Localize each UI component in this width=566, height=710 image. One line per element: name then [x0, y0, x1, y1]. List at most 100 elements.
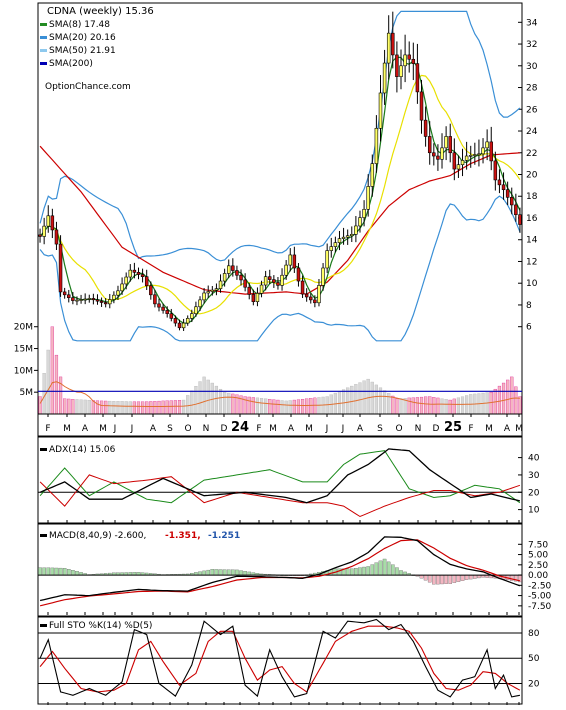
candle-body [140, 274, 145, 277]
candle-body [190, 313, 194, 319]
candle-body [350, 233, 354, 237]
macd-histogram-bar [206, 569, 211, 576]
x-axis-label: O [184, 424, 191, 434]
volume-bar [383, 390, 387, 415]
candle-body [329, 246, 334, 251]
candle-body [427, 136, 432, 154]
candle-body [38, 234, 42, 237]
volume-bar [444, 399, 448, 415]
candle-body [222, 273, 227, 282]
legend-swatch [40, 49, 47, 52]
candle-body [419, 91, 424, 121]
candle-body [304, 293, 309, 298]
volume-bar [366, 378, 370, 415]
price-tick-label: 10 [526, 279, 538, 289]
volume-bar [141, 401, 145, 415]
candle-body [46, 215, 50, 227]
macd-histogram-bar [214, 569, 219, 576]
x-axis-label: D [221, 424, 228, 434]
x-axis-label: A [288, 424, 295, 434]
candle-body [300, 280, 305, 295]
adx-tick-label: 10 [528, 506, 540, 516]
candle-body [345, 235, 350, 238]
volume-bar [296, 399, 301, 415]
candle-body [341, 236, 346, 239]
chart-title: CDNA (weekly) 15.36 [47, 6, 154, 17]
volume-bar [374, 384, 378, 415]
candle-body [518, 214, 522, 225]
candle-body [124, 276, 128, 285]
candle-body [75, 299, 79, 302]
macd-histogram-bar [38, 567, 42, 576]
volume-bar [292, 399, 296, 415]
candle-body [464, 155, 469, 161]
volume-bar [157, 400, 161, 415]
candle-body [382, 62, 387, 94]
x-axis-label: 25 [444, 420, 462, 435]
x-axis-label: A [357, 424, 364, 434]
candle-body [477, 153, 481, 156]
candle-body [132, 269, 137, 273]
volume-bar [300, 399, 305, 415]
candle-body [54, 229, 59, 245]
candle-body [243, 279, 247, 288]
candle-body [460, 160, 465, 166]
candle-body [108, 299, 112, 305]
x-axis-label: J [113, 424, 117, 434]
volume-bar [440, 398, 444, 415]
volume-bar [108, 400, 112, 415]
macd-histogram-bar [354, 568, 358, 576]
volume-tick-label: 15M [14, 345, 33, 355]
candle-body [214, 288, 219, 291]
volume-bar [169, 400, 173, 415]
volume-bar [120, 401, 124, 415]
candle-body [510, 197, 514, 206]
macd-histogram-bar [464, 574, 469, 580]
candle-body [370, 163, 375, 187]
volume-bar [83, 399, 87, 415]
volume-bar [432, 397, 436, 415]
x-axis-label: F [256, 424, 261, 434]
volume-tick-label: 20M [14, 323, 33, 333]
candle-body [87, 298, 92, 300]
volume-bar [309, 398, 313, 415]
candle-body [128, 269, 133, 278]
volume-bar [350, 385, 354, 415]
volume-bar [177, 400, 182, 415]
macd-histogram-bar [382, 558, 387, 576]
adx-tick-label: 40 [528, 454, 540, 464]
macd-tick-label: -7.50 [528, 602, 552, 612]
macd-histogram-bar [54, 567, 59, 576]
macd-histogram-bar [42, 567, 46, 576]
x-axis-label: J [341, 424, 345, 434]
chart-canvas: 681012141618202224262830323420M15M10M5MF… [14, 2, 552, 705]
candle-body [95, 299, 100, 302]
candle-body [501, 184, 506, 191]
candle-body [317, 285, 321, 304]
volume-bar [419, 396, 424, 415]
candle-body [448, 136, 452, 154]
x-axis-label: O [395, 424, 402, 434]
candle-body [231, 265, 235, 271]
macd-histogram-bar [468, 574, 473, 580]
candle-body [67, 294, 71, 299]
legend-swatch [40, 62, 47, 65]
volume-bar [395, 398, 399, 415]
candle-body [58, 243, 63, 293]
macd-histogram-bar [444, 574, 448, 584]
volume-bar [112, 401, 116, 415]
price-tick-label: 8 [526, 301, 532, 311]
volume-bar [165, 400, 169, 415]
x-axis-label: D [433, 424, 440, 434]
macd-histogram-bar [71, 570, 75, 576]
macd-tick-label: -5.00 [528, 592, 552, 602]
macd-histogram-bar [378, 560, 383, 576]
legend-label: SMA(20) 20.16 [49, 33, 116, 43]
x-axis-label: F [45, 424, 50, 434]
candle-body [493, 160, 498, 181]
volume-bar [255, 397, 260, 415]
candle-body [325, 250, 329, 269]
volume-bar [198, 381, 202, 415]
volume-bar [456, 397, 461, 415]
candle-body [468, 154, 473, 157]
